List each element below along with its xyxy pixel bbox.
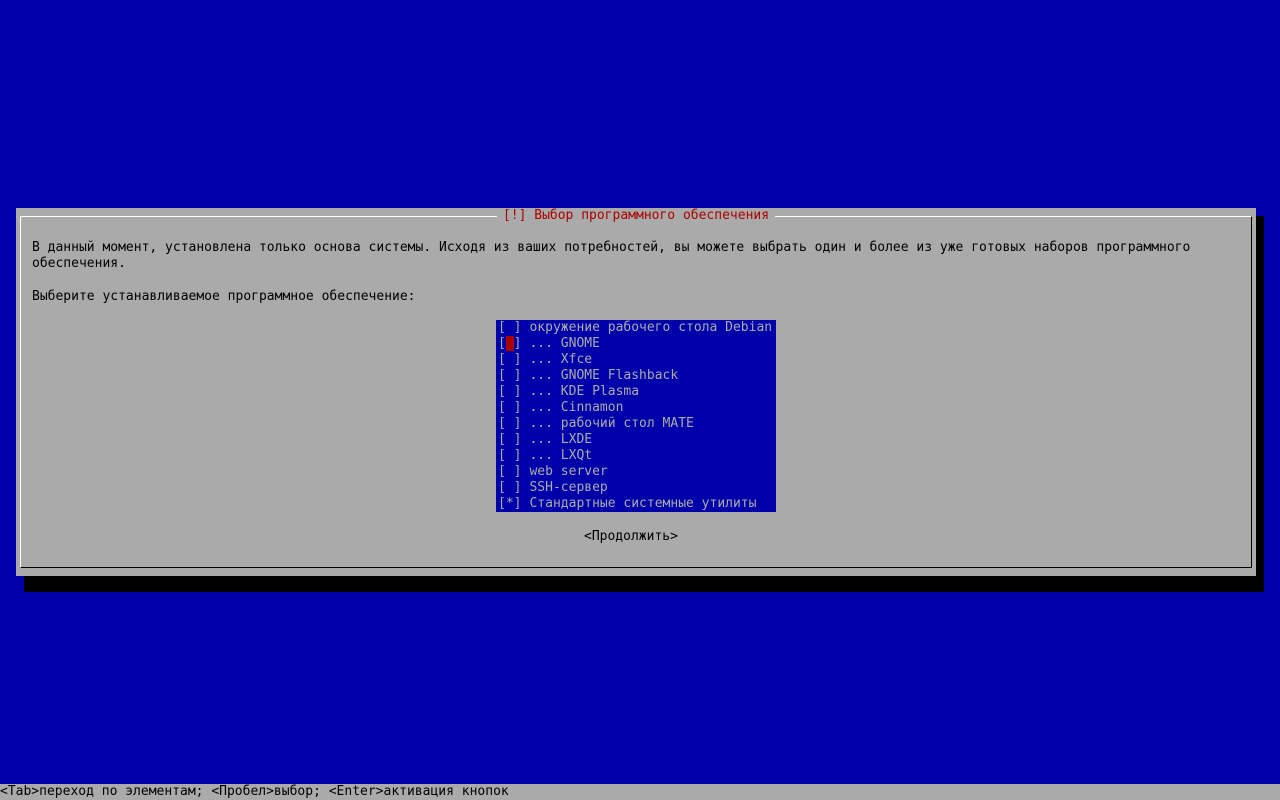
checkbox-mark bbox=[506, 480, 514, 495]
status-bar: <Tab>переход по элементам; <Пробел>выбор… bbox=[0, 784, 1280, 800]
checkbox-mark bbox=[506, 368, 514, 383]
software-list-item-label: ... Cinnamon bbox=[529, 400, 624, 415]
software-checklist[interactable]: [ ] окружение рабочего стола Debian [ ]...… bbox=[496, 320, 776, 512]
checkbox[interactable]: [ ] bbox=[498, 336, 521, 352]
checkbox[interactable]: [ ] bbox=[498, 368, 521, 384]
checkbox-mark bbox=[506, 400, 514, 415]
checkbox-mark bbox=[506, 432, 514, 447]
software-list-item[interactable]: [ ] окружение рабочего стола Debian bbox=[496, 320, 776, 336]
software-list-item-label: ... LXQt bbox=[529, 448, 593, 463]
software-list-item-label: SSH-сервер bbox=[529, 480, 608, 495]
checkbox[interactable]: [ ] bbox=[498, 384, 521, 400]
checkbox[interactable]: [ ] bbox=[498, 480, 521, 496]
checkbox[interactable]: [ ] bbox=[498, 432, 521, 448]
software-list-item[interactable]: [ ] ... KDE Plasma bbox=[496, 384, 776, 400]
software-list-item[interactable]: [ ] ... LXQt bbox=[496, 448, 776, 464]
software-list-item-label: ... KDE Plasma bbox=[529, 384, 640, 399]
software-list-item[interactable]: [ ] ... Cinnamon bbox=[496, 400, 776, 416]
software-list-item-label: ... LXDE bbox=[529, 432, 593, 447]
software-list-item-label: Стандартные системные утилиты bbox=[529, 496, 757, 511]
checkbox[interactable]: [ ] bbox=[498, 464, 521, 480]
checkbox[interactable]: [ ] bbox=[498, 400, 521, 416]
software-list-item-label: ... GNOME Flashback bbox=[529, 368, 679, 383]
software-list-item-label: окружение рабочего стола Debian bbox=[529, 320, 773, 335]
checkbox[interactable]: [ ] bbox=[498, 416, 521, 432]
continue-button[interactable]: <Продолжить> bbox=[584, 529, 678, 545]
software-list-item[interactable]: [ ] ... Xfce bbox=[496, 352, 776, 368]
checkbox-mark bbox=[506, 352, 514, 367]
dialog-description: В данный момент, установлена только осно… bbox=[32, 240, 1199, 271]
software-list-item[interactable]: [ ] ... GNOME Flashback bbox=[496, 368, 776, 384]
selection-prompt: Выберите устанавливаемое программное обе… bbox=[32, 289, 416, 304]
checkbox-mark bbox=[506, 416, 514, 431]
software-list-item-label: web server bbox=[529, 464, 608, 479]
checkbox-mark bbox=[505, 336, 514, 351]
software-list-item[interactable]: [ ] web server bbox=[496, 464, 776, 480]
software-list-item-label: ... Xfce bbox=[529, 352, 593, 367]
software-selection-dialog: [!] Выбор программного обеспечения В дан… bbox=[16, 208, 1256, 576]
checkbox[interactable]: [*] bbox=[498, 496, 521, 512]
software-list-item[interactable]: [ ] ... GNOME bbox=[496, 336, 776, 352]
checkbox-mark bbox=[506, 464, 514, 479]
checkbox-mark bbox=[506, 384, 514, 399]
software-list-item[interactable]: [ ] ... рабочий стол MATE bbox=[496, 416, 776, 432]
dialog-title: [!] Выбор программного обеспечения bbox=[496, 208, 776, 223]
dialog-title-bar: [!] Выбор программного обеспечения bbox=[16, 208, 1256, 224]
checkbox-mark: * bbox=[505, 496, 514, 511]
checkbox[interactable]: [ ] bbox=[498, 320, 521, 336]
checkbox[interactable]: [ ] bbox=[498, 448, 521, 464]
checkbox-mark bbox=[506, 320, 514, 335]
software-list-item[interactable]: [ ] ... LXDE bbox=[496, 432, 776, 448]
software-list-item-label: ... GNOME bbox=[529, 336, 600, 351]
software-list-item[interactable]: [*] Стандартные системные утилиты bbox=[496, 496, 776, 512]
software-list-item-label: ... рабочий стол MATE bbox=[529, 416, 694, 431]
software-list-item[interactable]: [ ] SSH-сервер bbox=[496, 480, 776, 496]
checkbox[interactable]: [ ] bbox=[498, 352, 521, 368]
installer-screen: [!] Выбор программного обеспечения В дан… bbox=[0, 0, 1280, 800]
checkbox-mark bbox=[506, 448, 514, 463]
